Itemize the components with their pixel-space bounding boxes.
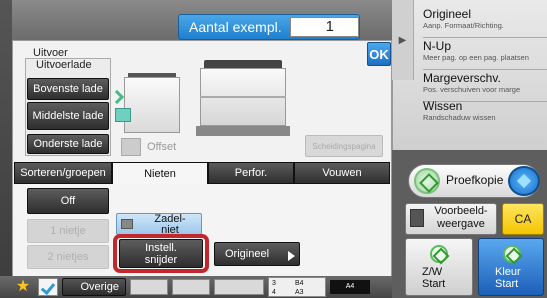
finisher-illustration	[196, 126, 290, 136]
sidebar-item-subtitle: Randschaduw wissen	[423, 113, 496, 122]
saddle-stitch-icon	[121, 219, 133, 229]
sidebar-item-title: Wissen	[423, 99, 463, 113]
sidebar-item-subtitle: Aanp. Formaat/Richting.	[423, 21, 504, 30]
sidebar-item-wissen[interactable]: Wissen Randschaduw wissen	[423, 100, 547, 130]
bw-start-label: Z/W Start	[422, 266, 446, 290]
preview-start-icon	[414, 168, 440, 194]
output-tray-label: Uitvoerlade	[36, 59, 92, 71]
status-slot	[172, 279, 210, 295]
one-staple-button[interactable]: 1 nietje	[27, 219, 109, 243]
clear-all-button[interactable]: CA	[502, 203, 544, 235]
preview-copy-label: Proefkopie	[446, 173, 504, 187]
highlight-frame	[113, 234, 209, 273]
sidebar-item-origineel[interactable]: Origineel Aanp. Formaat/Richting.	[423, 8, 547, 38]
paper-size-label: B4	[295, 280, 304, 287]
color-start-button[interactable]: Kleur Start	[478, 238, 544, 296]
start-icon	[430, 245, 448, 263]
saddle-stitch-label: Zadel- niet	[154, 213, 186, 236]
paper-tray-number: 4	[272, 289, 276, 296]
star-icon[interactable]: ★	[13, 277, 33, 297]
sidebar-collapse-button[interactable]: ▶	[392, 0, 414, 80]
tray-lower-button[interactable]: Onderste lade	[27, 134, 109, 154]
sidebar-item-margeverschv[interactable]: Margeverschv. Pos. verschuiven voor marg…	[423, 72, 547, 102]
finisher-illustration	[200, 96, 286, 98]
color-start-label: Kleur Start	[495, 266, 521, 290]
sidebar-item-subtitle: Meer pag. op een pag. plaatsen	[423, 53, 529, 62]
sidebar-item-subtitle: Pos. verschuiven voor marge	[423, 85, 521, 94]
offset-label: Offset	[147, 141, 177, 153]
staple-off-button[interactable]: Off	[27, 188, 109, 214]
copies-bar: Aantal exempl. 1	[178, 14, 360, 40]
preview-view-label: Voorbeeld-weergave	[434, 205, 488, 230]
arrow-right-icon	[288, 251, 295, 261]
status-slot	[130, 279, 168, 295]
two-staples-button[interactable]: 2 nietjes	[27, 245, 109, 269]
sidebar-item-title: Origineel	[423, 7, 472, 21]
sidebar-item-title: Margeverschv.	[423, 71, 501, 85]
ok-button[interactable]: OK	[367, 42, 391, 66]
current-paper-size: A4	[330, 280, 370, 294]
tab-fold[interactable]: Vouwen	[294, 162, 390, 184]
start-icon	[503, 245, 521, 263]
tab-punch[interactable]: Perfor.	[208, 162, 294, 184]
copies-input[interactable]: 1	[289, 17, 359, 37]
copies-label: Aantal exempl.	[189, 19, 282, 35]
sidebar-item-title: N-Up	[423, 39, 452, 53]
checkmark-icon[interactable]	[38, 278, 58, 296]
offset-checkbox[interactable]	[121, 138, 141, 156]
output-tray-icon	[115, 108, 131, 122]
paper-tray-number: 3	[272, 280, 276, 287]
tray-middle-button[interactable]: Middelste lade	[27, 102, 109, 130]
tab-sort-group[interactable]: Sorteren/groepen	[14, 162, 112, 184]
chevron-right-icon: ▶	[398, 34, 407, 46]
tray-upper-button[interactable]: Bovenste lade	[27, 78, 109, 100]
paper-size-display: 3 B4 4 A3	[268, 277, 326, 297]
other-button[interactable]: Overige	[62, 278, 126, 296]
paper-size-label: A3	[295, 289, 304, 296]
status-slot	[214, 279, 264, 295]
sidebar-item-n-up[interactable]: N-Up Meer pag. op een pag. plaatsen	[423, 40, 547, 70]
printer-illustration	[124, 77, 180, 133]
bw-start-button[interactable]: Z/W Start	[405, 238, 473, 296]
device-frame-left	[0, 0, 12, 298]
separator-page-button[interactable]: Scheidingspagina	[305, 135, 383, 157]
preview-document-icon	[410, 209, 424, 227]
tab-staple[interactable]: Nieten	[112, 162, 208, 185]
preview-color-start-button[interactable]	[508, 166, 540, 196]
